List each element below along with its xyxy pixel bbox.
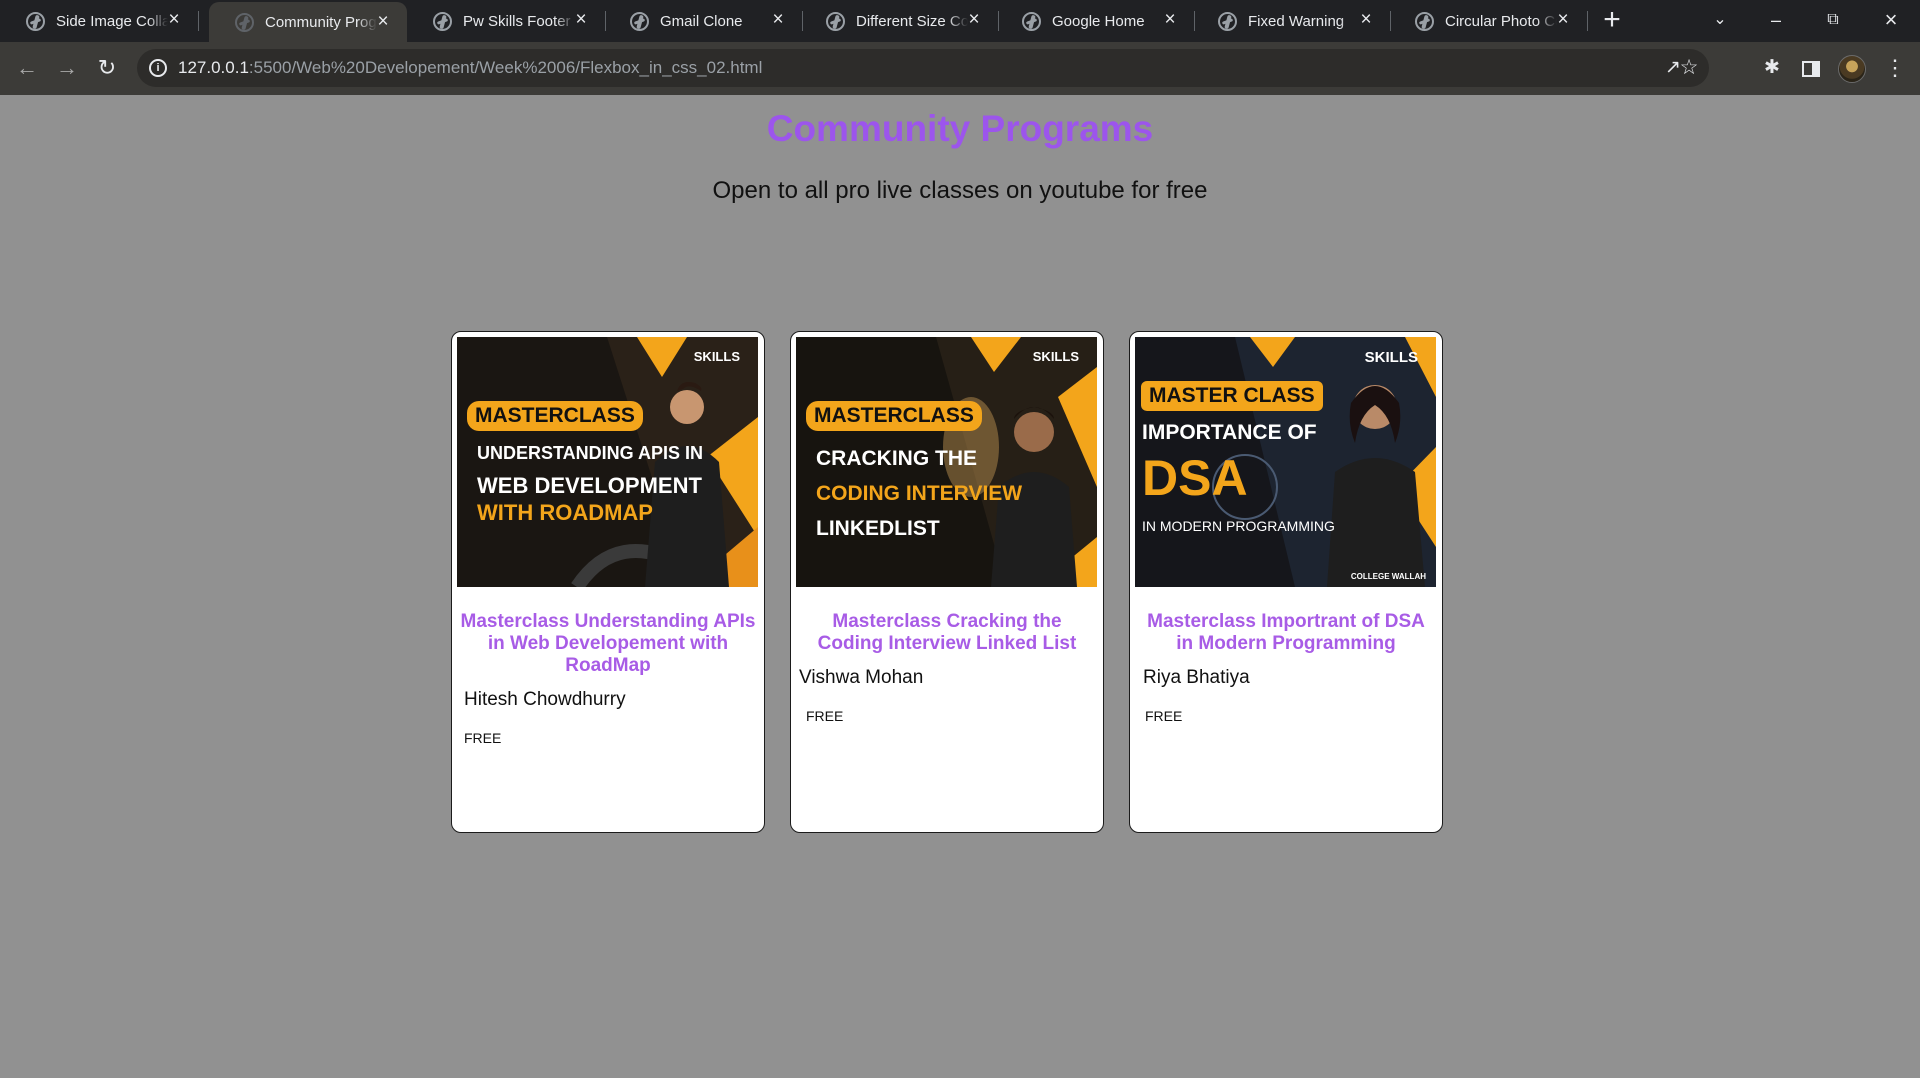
thumbnail-line: WITH ROADMAP bbox=[477, 500, 653, 525]
close-icon[interactable]: × bbox=[1160, 10, 1180, 30]
thumbnail-line: DSA bbox=[1142, 450, 1248, 506]
tab-title: Fixed Warning bbox=[1248, 12, 1345, 30]
skills-logo: SKILLS bbox=[693, 349, 740, 364]
browser-toolbar: ← → ↻ i 127.0.0.1:5500/Web%20Developemen… bbox=[0, 42, 1920, 95]
url-text[interactable]: 127.0.0.1:5500/Web%20Developement/Week%2… bbox=[178, 58, 762, 78]
tab-title: Side Image Colla bbox=[56, 12, 168, 30]
tab-circular-photo[interactable]: Circular Photo Co × bbox=[1389, 0, 1588, 42]
thumbnail-badge: MASTERCLASS bbox=[806, 401, 982, 431]
program-author: Vishwa Mohan bbox=[799, 667, 924, 688]
tab-title: Pw Skills Footer bbox=[463, 12, 571, 30]
tab-title: Google Home bbox=[1052, 12, 1145, 30]
url-path: :5500/Web%20Developement/Week%2006/Flexb… bbox=[248, 58, 763, 77]
minimize-icon[interactable]: – bbox=[1756, 4, 1796, 36]
page-body: Community Programs Open to all pro live … bbox=[0, 95, 1920, 1078]
avatar[interactable] bbox=[1838, 55, 1866, 83]
thumbnail-footer: COLLEGE WALLAH bbox=[1350, 572, 1426, 581]
program-price: FREE bbox=[1145, 708, 1183, 724]
thumbnail-line: UNDERSTANDING APIS IN bbox=[477, 443, 704, 463]
close-icon[interactable]: × bbox=[1356, 10, 1376, 30]
forward-arrow-icon[interactable]: → bbox=[52, 53, 82, 83]
tab-strip: Side Image Colla × Community Prog × Pw S… bbox=[0, 0, 1920, 42]
tab-side-image-collage[interactable]: Side Image Colla × bbox=[0, 0, 199, 42]
thumbnail-line: LINKEDLIST bbox=[816, 517, 940, 540]
close-icon[interactable]: × bbox=[164, 10, 184, 30]
globe-icon bbox=[826, 11, 845, 31]
url-host: 127.0.0.1 bbox=[178, 58, 249, 77]
thumbnail-line: CODING INTERVIEW bbox=[816, 482, 1023, 505]
globe-icon bbox=[235, 12, 254, 32]
new-tab-button[interactable]: + bbox=[1598, 5, 1626, 35]
address-bar[interactable]: i 127.0.0.1:5500/Web%20Developement/Week… bbox=[137, 49, 1709, 87]
program-title[interactable]: Masterclass Importrant of DSA in Modern … bbox=[1135, 611, 1437, 655]
thumbnail-line: IMPORTANCE OF bbox=[1142, 421, 1317, 444]
info-icon[interactable]: i bbox=[149, 59, 167, 77]
thumbnail-line: CRACKING THE bbox=[816, 447, 977, 470]
back-arrow-icon[interactable]: ← bbox=[12, 53, 42, 83]
tab-title: Circular Photo Co bbox=[1445, 12, 1557, 30]
thumbnail-line: WEB DEVELOPMENT bbox=[477, 473, 702, 498]
program-thumbnail[interactable]: SKILLS MASTER CLASS IMPORTANCE OF DSA IN… bbox=[1135, 337, 1436, 587]
tab-pw-skills-footer[interactable]: Pw Skills Footer × bbox=[407, 0, 606, 42]
star-icon[interactable]: ☆ bbox=[1678, 57, 1700, 79]
globe-icon bbox=[433, 11, 452, 31]
tab-different-size[interactable]: Different Size Co × bbox=[800, 0, 999, 42]
globe-icon bbox=[630, 11, 649, 31]
thumbnail-badge: MASTER CLASS bbox=[1141, 381, 1323, 411]
side-panel-icon[interactable] bbox=[1802, 61, 1820, 77]
tab-title: Community Prog bbox=[265, 13, 377, 31]
card-container: SKILLS MASTERCLASS UNDERSTANDING APIS IN… bbox=[451, 331, 1443, 833]
skills-logo: SKILLS bbox=[1364, 349, 1418, 366]
globe-icon bbox=[1022, 11, 1041, 31]
page-subtitle: Open to all pro live classes on youtube … bbox=[712, 177, 1208, 204]
tab-community-programs[interactable]: Community Prog × bbox=[209, 2, 407, 42]
program-thumbnail[interactable]: SKILLS MASTERCLASS UNDERSTANDING APIS IN… bbox=[457, 337, 758, 587]
program-price: FREE bbox=[806, 708, 844, 724]
page-title: Community Programs bbox=[766, 108, 1154, 149]
close-icon[interactable]: × bbox=[571, 10, 591, 30]
program-price: FREE bbox=[464, 730, 502, 746]
skills-logo: SKILLS bbox=[1032, 349, 1079, 364]
program-author: Riya Bhatiya bbox=[1143, 667, 1250, 688]
program-card[interactable]: SKILLS MASTERCLASS UNDERSTANDING APIS IN… bbox=[451, 331, 765, 833]
program-card[interactable]: SKILLS MASTERCLASS CRACKING THE CODING I… bbox=[790, 331, 1104, 833]
program-thumbnail[interactable]: SKILLS MASTERCLASS CRACKING THE CODING I… bbox=[796, 337, 1097, 587]
program-title[interactable]: Masterclass Cracking the Coding Intervie… bbox=[796, 611, 1098, 655]
thumbnail-line: IN MODERN PROGRAMMING bbox=[1142, 518, 1335, 534]
puzzle-icon[interactable]: ✱ bbox=[1759, 55, 1785, 81]
tab-title: Different Size Co bbox=[856, 12, 968, 30]
close-icon[interactable]: × bbox=[1553, 10, 1573, 30]
close-icon[interactable]: × bbox=[964, 10, 984, 30]
thumbnail-badge: MASTERCLASS bbox=[467, 401, 643, 431]
program-title[interactable]: Masterclass Understanding APIs in Web De… bbox=[457, 611, 759, 677]
tab-title: Gmail Clone bbox=[660, 12, 743, 30]
close-icon[interactable]: × bbox=[373, 12, 393, 32]
program-card[interactable]: SKILLS MASTER CLASS IMPORTANCE OF DSA IN… bbox=[1129, 331, 1443, 833]
program-author: Hitesh Chowdhurry bbox=[464, 689, 626, 710]
restore-icon[interactable]: ⧉ bbox=[1813, 4, 1853, 36]
globe-icon bbox=[1415, 11, 1434, 31]
tab-fixed-warning[interactable]: Fixed Warning × bbox=[1192, 0, 1391, 42]
tab-separator bbox=[1587, 11, 1588, 31]
globe-icon bbox=[1218, 11, 1237, 31]
tab-google-home[interactable]: Google Home × bbox=[996, 0, 1195, 42]
window-close-icon[interactable]: × bbox=[1871, 4, 1911, 36]
globe-icon bbox=[26, 11, 45, 31]
close-icon[interactable]: × bbox=[768, 10, 788, 30]
reload-icon[interactable]: ↻ bbox=[92, 53, 122, 83]
tab-gmail-clone[interactable]: Gmail Clone × bbox=[604, 0, 803, 42]
kebab-menu-icon[interactable]: ⋮ bbox=[1882, 55, 1908, 81]
tab-search-chevron-icon[interactable]: ⌄ bbox=[1700, 4, 1740, 36]
tab-separator bbox=[198, 11, 199, 31]
